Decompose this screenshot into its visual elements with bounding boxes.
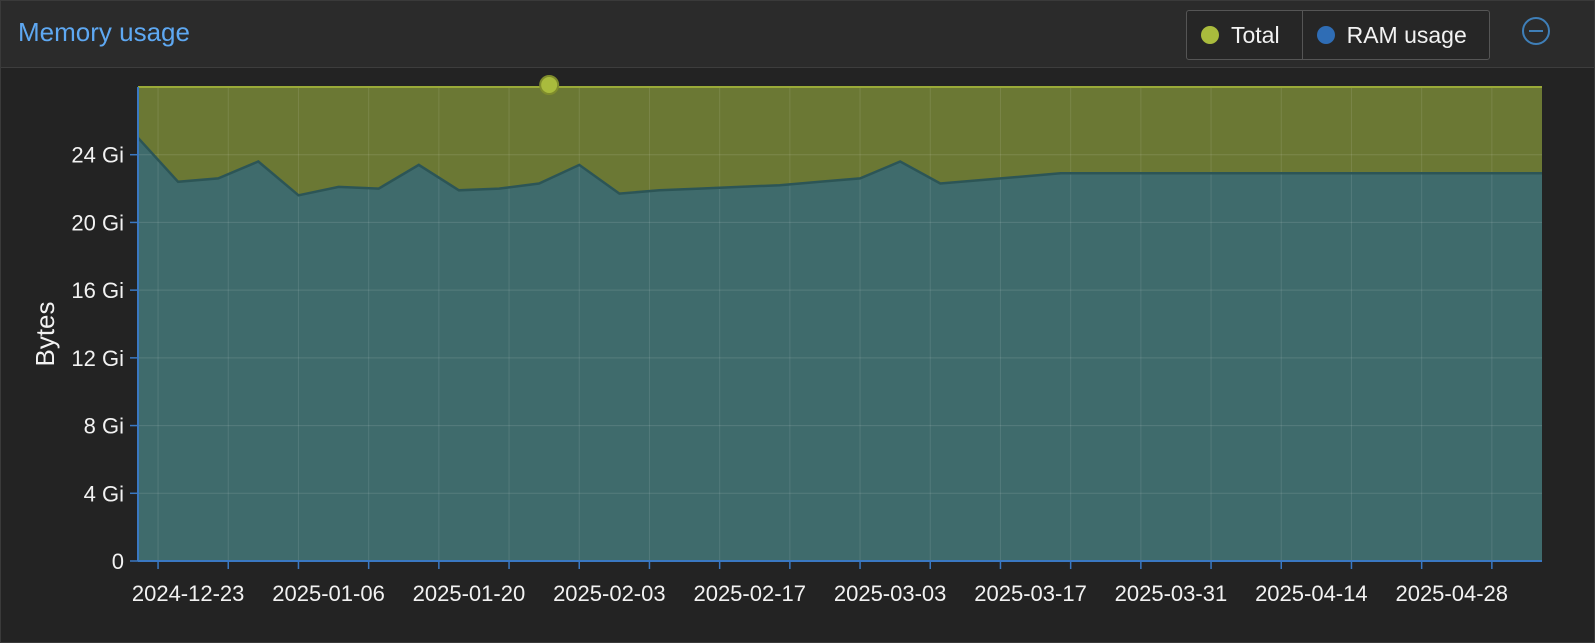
y-axis-label: Bytes: [30, 301, 60, 366]
x-tick-label: 2025-01-06: [272, 581, 385, 606]
x-tick-label: 2025-04-28: [1395, 581, 1508, 606]
data-point-total: [539, 75, 560, 95]
y-tick-label: 12 Gi: [71, 346, 124, 371]
x-tick-label: 2025-02-03: [553, 581, 666, 606]
x-tick-label: 2025-03-03: [834, 581, 947, 606]
legend-label-ram-usage: RAM usage: [1346, 21, 1467, 48]
y-tick-label: 20 Gi: [71, 210, 124, 235]
y-tick-label: 0: [112, 549, 124, 574]
memory-usage-panel: Memory usage Total RAM usage 0 4 Gi 8 Gi 12…: [0, 0, 1595, 643]
legend-label-total: Total: [1231, 21, 1280, 48]
y-tick-label: 4 Gi: [84, 481, 124, 506]
collapse-icon[interactable]: [1522, 17, 1550, 45]
panel-header: Memory usage Total RAM usage: [1, 1, 1594, 68]
x-tick-label: 2025-03-31: [1115, 581, 1228, 606]
x-tick-label: 2025-03-17: [974, 581, 1087, 606]
x-tick-label: 2024-12-23: [132, 581, 245, 606]
chart-legend: Total RAM usage: [1186, 10, 1490, 60]
x-tick-label: 2025-04-14: [1255, 581, 1368, 606]
memory-chart: 0 4 Gi 8 Gi 12 Gi 16 Gi 20 Gi 24 Gi 2024-12-23 2…: [30, 75, 1542, 606]
series-area-ram-usage: [138, 137, 1542, 562]
y-tick-label: 8 Gi: [84, 414, 124, 439]
legend-dot-total: [1201, 26, 1219, 44]
x-tick-label: 2025-01-20: [413, 581, 526, 606]
legend-dot-ram-usage: [1316, 26, 1335, 44]
x-tick-label: 2025-02-17: [693, 581, 806, 606]
y-tick-label: 16 Gi: [71, 278, 124, 303]
legend-item-ram-usage[interactable]: RAM usage: [1301, 11, 1489, 59]
legend-item-total[interactable]: Total: [1187, 11, 1302, 59]
panel-title: Memory usage: [18, 17, 190, 47]
y-tick-label: 24 Gi: [71, 143, 124, 168]
